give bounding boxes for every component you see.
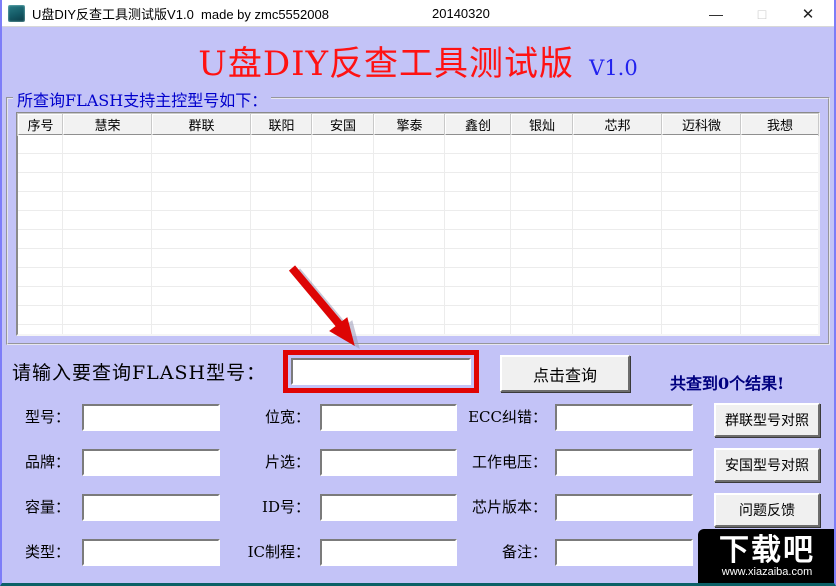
label-id: ID号： — [262, 498, 310, 516]
column-header-woxiang[interactable]: 我想 — [741, 114, 818, 135]
table-column-grid — [251, 135, 312, 334]
query-input[interactable] — [291, 358, 471, 385]
voltage-field[interactable] — [555, 449, 693, 476]
phison-compare-button[interactable]: 群联型号对照 — [714, 403, 820, 437]
capacity-field[interactable] — [82, 494, 220, 521]
controller-table-header: 序号 慧荣 群联 联阳 安国 擎泰 鑫创 银灿 芯邦 迈科微 我想 — [18, 114, 818, 135]
label-chip-version: 芯片版本： — [471, 498, 547, 516]
title-bar: U盘DIY反查工具测试版V1.0 made by zmc5552008 2014… — [2, 0, 834, 27]
search-button[interactable]: 点击查询 — [500, 355, 630, 392]
table-column-grid — [741, 135, 818, 334]
column-header-innostor[interactable]: 银灿 — [511, 114, 573, 135]
bus-width-field[interactable] — [320, 404, 457, 431]
label-voltage: 工作电压： — [471, 453, 547, 471]
column-header-skymedi[interactable]: 擎泰 — [374, 114, 445, 135]
query-input-highlight — [283, 350, 479, 393]
table-column-grid — [662, 135, 741, 334]
label-bus-width: 位宽： — [264, 408, 310, 426]
column-header-smi[interactable]: 慧荣 — [63, 114, 152, 135]
controller-table: 序号 慧荣 群联 联阳 安国 擎泰 鑫创 银灿 芯邦 迈科微 我想 — [16, 112, 820, 336]
column-header-alcor[interactable]: 安国 — [312, 114, 374, 135]
label-model: 型号： — [24, 408, 70, 426]
label-ecc: ECC纠错： — [468, 408, 547, 426]
ic-process-field[interactable] — [320, 539, 457, 566]
table-column-grid — [312, 135, 374, 334]
model-field[interactable] — [82, 404, 220, 431]
column-header-mxtronics[interactable]: 迈科微 — [662, 114, 741, 135]
column-header-index[interactable]: 序号 — [18, 114, 63, 135]
result-count-text: 共查到0个结果! — [670, 374, 785, 393]
table-column-grid — [63, 135, 152, 334]
table-column-grid — [152, 135, 251, 334]
table-column-grid — [18, 135, 63, 334]
xiazaiba-logo: 下载吧 — [719, 533, 815, 568]
label-type: 类型： — [24, 543, 70, 561]
column-header-chipsbank[interactable]: 芯邦 — [573, 114, 662, 135]
page-title: U盘DIY反查工具测试版 V1.0 — [2, 36, 834, 85]
table-column-grid — [445, 135, 511, 334]
alcor-compare-button[interactable]: 安国型号对照 — [714, 448, 820, 482]
minimize-button[interactable]: — — [694, 0, 738, 27]
label-ic-process: IC制程： — [247, 543, 310, 561]
xiazaiba-url: www.xiazaiba.com — [721, 566, 813, 578]
ecc-field[interactable] — [555, 404, 693, 431]
column-header-ssscore[interactable]: 鑫创 — [445, 114, 511, 135]
controller-table-body[interactable] — [18, 135, 818, 334]
app-icon — [8, 4, 25, 22]
close-button[interactable]: ✕ — [786, 0, 830, 27]
feedback-button[interactable]: 问题反馈 — [714, 493, 820, 527]
xiazaiba-watermark: 下载吧 www.xiazaiba.com — [698, 529, 834, 583]
flash-groupbox-label: 所查询FLASH支持主控型号如下： — [13, 87, 272, 111]
maximize-button[interactable]: □ — [740, 0, 784, 27]
column-header-itе[interactable]: 联阳 — [251, 114, 312, 135]
table-column-grid — [573, 135, 662, 334]
page-title-text: U盘DIY反查工具测试版 — [198, 44, 575, 84]
label-remark: 备注： — [501, 543, 547, 561]
table-column-grid — [374, 135, 445, 334]
remark-field[interactable] — [555, 539, 693, 566]
window-title: U盘DIY反查工具测试版V1.0 made by zmc5552008 — [32, 6, 329, 22]
chip-select-field[interactable] — [320, 449, 457, 476]
page-title-version: V1.0 — [589, 56, 638, 80]
brand-field[interactable] — [82, 449, 220, 476]
column-header-phison[interactable]: 群联 — [152, 114, 251, 135]
type-field[interactable] — [82, 539, 220, 566]
label-capacity: 容量： — [24, 498, 70, 516]
label-brand: 品牌： — [24, 453, 70, 471]
app-window: U盘DIY反查工具测试版V1.0 made by zmc5552008 2014… — [0, 0, 836, 586]
id-field[interactable] — [320, 494, 457, 521]
window-date: 20140320 — [432, 5, 490, 21]
label-chip-select: 片选： — [264, 453, 310, 471]
table-column-grid — [511, 135, 573, 334]
chip-version-field[interactable] — [555, 494, 693, 521]
flash-groupbox: 所查询FLASH支持主控型号如下： 序号 慧荣 群联 联阳 安国 擎泰 鑫创 银… — [6, 87, 830, 345]
query-label: 请输入要查询FLASH型号： — [12, 362, 267, 384]
